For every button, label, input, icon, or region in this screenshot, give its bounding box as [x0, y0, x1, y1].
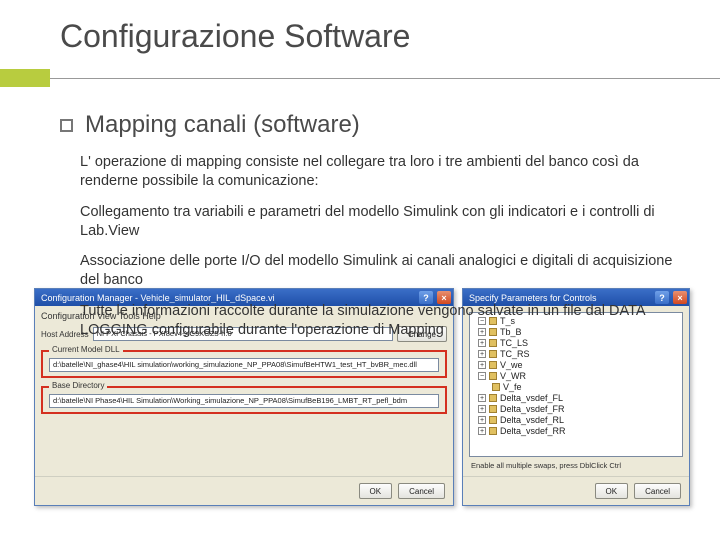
- plus-icon[interactable]: +: [478, 350, 486, 358]
- page-title: Configurazione Software: [0, 0, 720, 65]
- cancel-button[interactable]: Cancel: [398, 483, 445, 499]
- item-label: V_fe: [503, 382, 522, 392]
- base-dir-field[interactable]: d:\batelle\NI Phase4\HIL Simulation\Work…: [49, 394, 439, 408]
- list-item[interactable]: + V_we: [474, 360, 678, 371]
- title-line: [50, 78, 720, 79]
- list-item[interactable]: + TC_RS: [474, 349, 678, 360]
- paragraph-1: L' operazione di mapping consiste nel co…: [0, 147, 720, 197]
- list-item[interactable]: − V_WR: [474, 371, 678, 382]
- folder-icon: [489, 361, 497, 369]
- item-label: V_WR: [500, 371, 526, 381]
- list-item[interactable]: + Delta_vsdef_RL: [474, 415, 678, 426]
- paragraph-2: Collegamento tra variabili e parametri d…: [0, 197, 720, 247]
- list-item[interactable]: V_fe: [474, 382, 678, 393]
- ok-button[interactable]: OK: [359, 483, 393, 499]
- item-label: V_we: [500, 360, 523, 370]
- plus-icon[interactable]: +: [478, 416, 486, 424]
- model-dll-group-label: Current Model DLL: [49, 345, 123, 354]
- item-label: Delta_vsdef_RR: [500, 426, 566, 436]
- subtitle-row: Mapping canali (software): [0, 87, 720, 147]
- folder-icon: [489, 405, 497, 413]
- item-label: Delta_vsdef_FR: [500, 404, 565, 414]
- plus-icon[interactable]: +: [478, 405, 486, 413]
- base-dir-group: Base Directory d:\batelle\NI Phase4\HIL …: [41, 386, 447, 414]
- folder-icon: [492, 383, 500, 391]
- folder-icon: [489, 372, 497, 380]
- plus-icon[interactable]: +: [478, 361, 486, 369]
- model-dll-field[interactable]: d:\batelle\NI_ghase4\HIL simulation\work…: [49, 358, 439, 372]
- ok-button[interactable]: OK: [595, 483, 629, 499]
- list-item[interactable]: + Delta_vsdef_RR: [474, 426, 678, 437]
- subtitle-text: Mapping canali (software): [85, 111, 360, 139]
- paragraph-4: Tutte le informazioni raccolte durante l…: [0, 296, 720, 346]
- base-dir-group-label: Base Directory: [49, 381, 107, 390]
- list-item[interactable]: + Delta_vsdef_FL: [474, 393, 678, 404]
- list-item[interactable]: + Delta_vsdef_FR: [474, 404, 678, 415]
- minus-icon[interactable]: −: [478, 372, 486, 380]
- footer-caption: Enable all multiple swaps, press DblClic…: [469, 461, 683, 470]
- folder-icon: [489, 427, 497, 435]
- folder-icon: [489, 416, 497, 424]
- plus-icon[interactable]: +: [478, 427, 486, 435]
- accent-block: [0, 69, 50, 87]
- item-label: TC_RS: [500, 349, 530, 359]
- folder-icon: [489, 350, 497, 358]
- item-label: Delta_vsdef_FL: [500, 393, 563, 403]
- item-label: Delta_vsdef_RL: [500, 415, 564, 425]
- title-divider: [0, 69, 720, 87]
- cancel-button[interactable]: Cancel: [634, 483, 681, 499]
- dialog-footer: OK Cancel: [463, 476, 689, 505]
- folder-icon: [489, 394, 497, 402]
- plus-icon[interactable]: +: [478, 394, 486, 402]
- dialog-footer: OK Cancel: [35, 476, 453, 505]
- bullet-icon: [60, 119, 73, 132]
- model-dll-group: Current Model DLL d:\batelle\NI_ghase4\H…: [41, 350, 447, 378]
